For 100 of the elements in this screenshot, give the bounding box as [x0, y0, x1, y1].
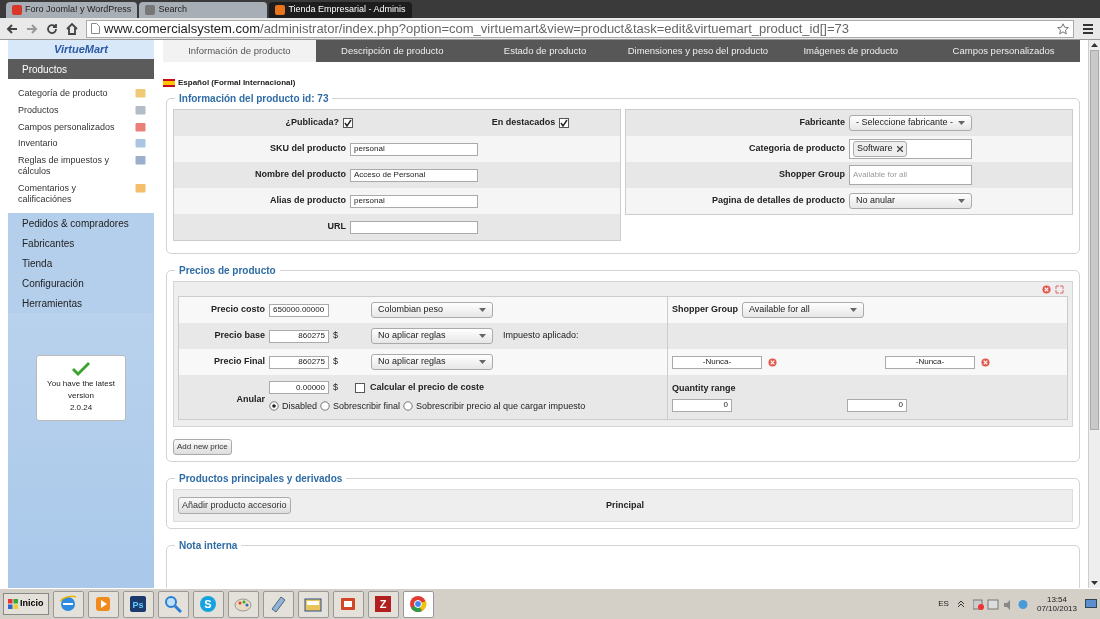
photo-editor-icon: Ps — [129, 595, 147, 613]
taskbar-button[interactable] — [297, 590, 329, 618]
taskbar-button[interactable] — [52, 590, 84, 618]
input-field[interactable]: personal — [350, 194, 478, 208]
field-label: Pagina de detalles de producto — [710, 194, 846, 208]
field-label: Impuesto aplicado: — [503, 329, 579, 343]
currency-symbol: $ — [332, 355, 339, 369]
taskbar-button[interactable] — [402, 590, 434, 618]
sidebar-section[interactable]: Configuración — [8, 273, 154, 294]
input-field[interactable]: 860275 — [269, 355, 329, 369]
taskbar-button[interactable] — [262, 590, 294, 618]
sidebar-section[interactable]: Tienda — [8, 253, 154, 274]
taskbar-button[interactable] — [227, 590, 259, 618]
input-field[interactable]: 860275 — [269, 329, 329, 343]
address-bar[interactable]: www.comercialsystem.com/administrator/index.php?option=com_virtuemart&view=product&task=edit&virtuemart_product_id[]=73 — [86, 19, 1074, 38]
checkbox[interactable] — [559, 118, 570, 128]
field-label: URL — [326, 220, 347, 234]
taskbar-button[interactable] — [332, 590, 364, 618]
field-label: Shopper Group — [778, 168, 846, 182]
dropdown[interactable]: - Seleccione fabricante - — [849, 115, 972, 131]
sidebar-section[interactable]: Herramientas — [8, 293, 154, 314]
column-heading: Principal — [606, 498, 644, 512]
sidebar-section[interactable]: Fabricantes — [8, 233, 154, 254]
input-field[interactable]: 650000.00000 — [269, 303, 329, 317]
delete-icon[interactable] — [1042, 285, 1051, 294]
taskbar-button[interactable] — [87, 590, 119, 618]
field-label: Quantity range — [672, 382, 736, 396]
input-field[interactable]: 0 — [672, 398, 732, 412]
tab[interactable]: Estado de producto — [468, 40, 622, 62]
site-icon — [145, 5, 156, 15]
close-icon[interactable] — [896, 146, 903, 152]
media-player-icon — [94, 595, 112, 613]
sidebar-item[interactable]: Productos — [18, 101, 154, 119]
field-label: Fabricante — [798, 116, 846, 130]
tag-field[interactable]: Software — [849, 139, 972, 159]
palette-icon — [234, 595, 252, 613]
caret-icon — [479, 308, 486, 312]
language-indicator[interactable]: ES — [938, 598, 949, 610]
dropdown[interactable]: No aplicar reglas — [371, 328, 493, 344]
browser-tab[interactable]: Tienda Empresarial - Adminis — [269, 2, 412, 18]
tab[interactable]: Dimensiones y peso del producto — [621, 40, 775, 62]
sidebar-item[interactable]: Campos personalizados — [18, 118, 154, 136]
date-field[interactable]: -Nunca- — [672, 355, 762, 369]
dropdown[interactable]: No anular — [849, 193, 972, 209]
scrollbar-thumb[interactable] — [1090, 50, 1099, 430]
url-text: www.comercialsystem.com/administrator/index.php?option=com_virtuemart&view=product&task=edit&virtuemart_product_id[]=73 — [104, 20, 849, 37]
menu-icon[interactable] — [1082, 22, 1094, 35]
notepad-icon — [269, 595, 287, 613]
section-legend: Información del producto id: 73 — [175, 91, 333, 106]
taskbar-button[interactable]: Z — [367, 590, 399, 618]
clear-icon[interactable] — [981, 357, 990, 367]
taskbar-button[interactable]: Ps — [122, 590, 154, 618]
back-icon[interactable] — [6, 22, 18, 35]
tab[interactable]: Descripción de producto — [315, 40, 469, 62]
clear-icon[interactable] — [768, 357, 777, 367]
radio-button[interactable] — [269, 401, 279, 412]
reload-icon[interactable] — [46, 22, 58, 35]
chevron-up-icon[interactable] — [956, 600, 965, 608]
tag[interactable]: Software — [853, 141, 907, 157]
sidebar-section[interactable]: Pedidos & compradores — [8, 213, 154, 234]
dropdown[interactable]: No aplicar reglas — [371, 354, 493, 370]
checkmark-icon — [71, 362, 91, 379]
field-label: Precio base — [213, 329, 266, 343]
input-field[interactable]: 0.00000 — [269, 381, 329, 395]
browser-tab[interactable]: Foro Joomla! y WordPress — [6, 2, 138, 18]
tab[interactable]: Imágenes de producto — [774, 40, 928, 62]
tab[interactable]: Información de producto — [163, 40, 316, 62]
date-field[interactable]: -Nunca- — [885, 355, 975, 369]
expand-icon[interactable] — [1055, 285, 1064, 294]
sidebar-item[interactable]: Reglas de impuestos y cálculos — [18, 152, 154, 180]
tray-icons-drawing[interactable] — [972, 598, 1029, 610]
sidebar-item[interactable]: Categoría de producto — [18, 85, 154, 102]
input-field[interactable]: Acceso de Personal — [350, 168, 478, 182]
sidebar-section[interactable]: Productos — [8, 59, 154, 79]
checkbox[interactable] — [355, 382, 365, 393]
show-desktop-icon[interactable] — [1085, 599, 1097, 609]
taskbar-button[interactable] — [157, 590, 189, 618]
section-legend: Precios de producto — [175, 263, 280, 278]
radio-button[interactable] — [320, 401, 331, 412]
field-label: Anular — [235, 393, 266, 407]
home-icon[interactable] — [66, 22, 78, 35]
start-button[interactable]: Inicio — [3, 593, 49, 615]
caret-icon — [479, 334, 486, 338]
sidebar-item[interactable]: Comentarios y calificaciónes — [18, 179, 154, 208]
radio-button[interactable] — [403, 401, 414, 412]
input-field[interactable]: personal — [350, 142, 478, 156]
currency-symbol: $ — [332, 329, 339, 343]
dropdown[interactable]: Colombian peso — [371, 302, 493, 318]
add-price-button[interactable]: Add new price — [173, 439, 232, 455]
sidebar-item[interactable]: Inventario — [18, 135, 154, 153]
input-field[interactable]: 0 — [847, 398, 907, 412]
checkbox-label: Calcular el precio de coste — [370, 381, 485, 394]
dropdown[interactable]: Available for all — [742, 302, 864, 318]
add-accessory-button[interactable]: Añadir producto accesorio — [178, 496, 291, 515]
forward-icon[interactable] — [26, 22, 38, 35]
star-icon[interactable] — [1057, 22, 1069, 35]
tab[interactable]: Campos personalizados — [927, 40, 1080, 62]
input-field[interactable] — [350, 220, 478, 234]
browser-tab[interactable]: Search — [139, 2, 268, 18]
checkbox[interactable] — [343, 118, 353, 128]
